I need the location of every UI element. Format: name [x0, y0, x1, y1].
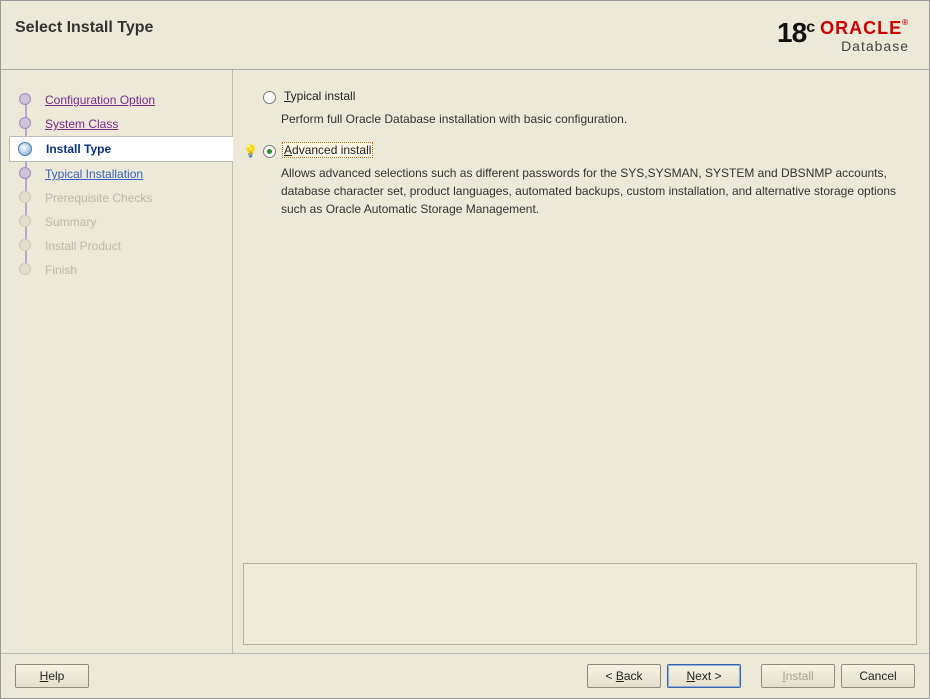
step-dot-icon [19, 167, 31, 179]
option-desc-typical: Perform full Oracle Database installatio… [281, 110, 917, 128]
message-area [243, 563, 917, 645]
step-dot-icon [19, 215, 31, 227]
option-desc-advanced: Allows advanced selections such as diffe… [281, 164, 917, 218]
page-title: Select Install Type [15, 19, 153, 37]
radio-typical-install[interactable] [263, 91, 276, 104]
radio-advanced-install[interactable] [263, 145, 276, 158]
body: Configuration Option System Class Instal… [1, 70, 929, 653]
logo-version: 18c [777, 19, 814, 47]
step-dot-icon [19, 191, 31, 203]
step-dot-icon [19, 93, 31, 105]
step-dot-icon [19, 263, 31, 275]
next-button[interactable]: Next > [667, 664, 741, 688]
product-logo: 18c ORACLE® Database [777, 19, 909, 53]
footer: Help < Back Next > Install Cancel [1, 653, 929, 698]
step-configuration-option[interactable]: Configuration Option [19, 88, 232, 112]
step-install-type[interactable]: Install Type [9, 136, 233, 162]
option-advanced-install[interactable]: 💡 Advanced install [243, 142, 917, 158]
cancel-button[interactable]: Cancel [841, 664, 915, 688]
option-label-typical: Typical install [282, 88, 357, 103]
logo-sub: Database [820, 39, 909, 53]
back-button[interactable]: < Back [587, 664, 661, 688]
help-button[interactable]: Help [15, 664, 89, 688]
sidebar: Configuration Option System Class Instal… [1, 70, 233, 653]
step-summary: Summary [19, 210, 232, 234]
main-panel: Typical install Perform full Oracle Data… [233, 70, 929, 653]
step-finish: Finish [19, 258, 232, 282]
step-typical-installation[interactable]: Typical Installation [19, 162, 232, 186]
step-system-class[interactable]: System Class [19, 112, 232, 136]
header: Select Install Type 18c ORACLE® Database [1, 1, 929, 65]
option-typical-install[interactable]: Typical install [243, 88, 917, 104]
wizard-steps: Configuration Option System Class Instal… [1, 88, 232, 282]
step-dot-icon [18, 142, 32, 156]
install-button: Install [761, 664, 835, 688]
step-dot-icon [19, 239, 31, 251]
hint-icon: 💡 [243, 144, 257, 158]
logo-brand: ORACLE® [820, 19, 909, 37]
option-label-advanced: Advanced install [282, 142, 373, 158]
step-prerequisite-checks: Prerequisite Checks [19, 186, 232, 210]
step-dot-icon [19, 117, 31, 129]
step-install-product: Install Product [19, 234, 232, 258]
